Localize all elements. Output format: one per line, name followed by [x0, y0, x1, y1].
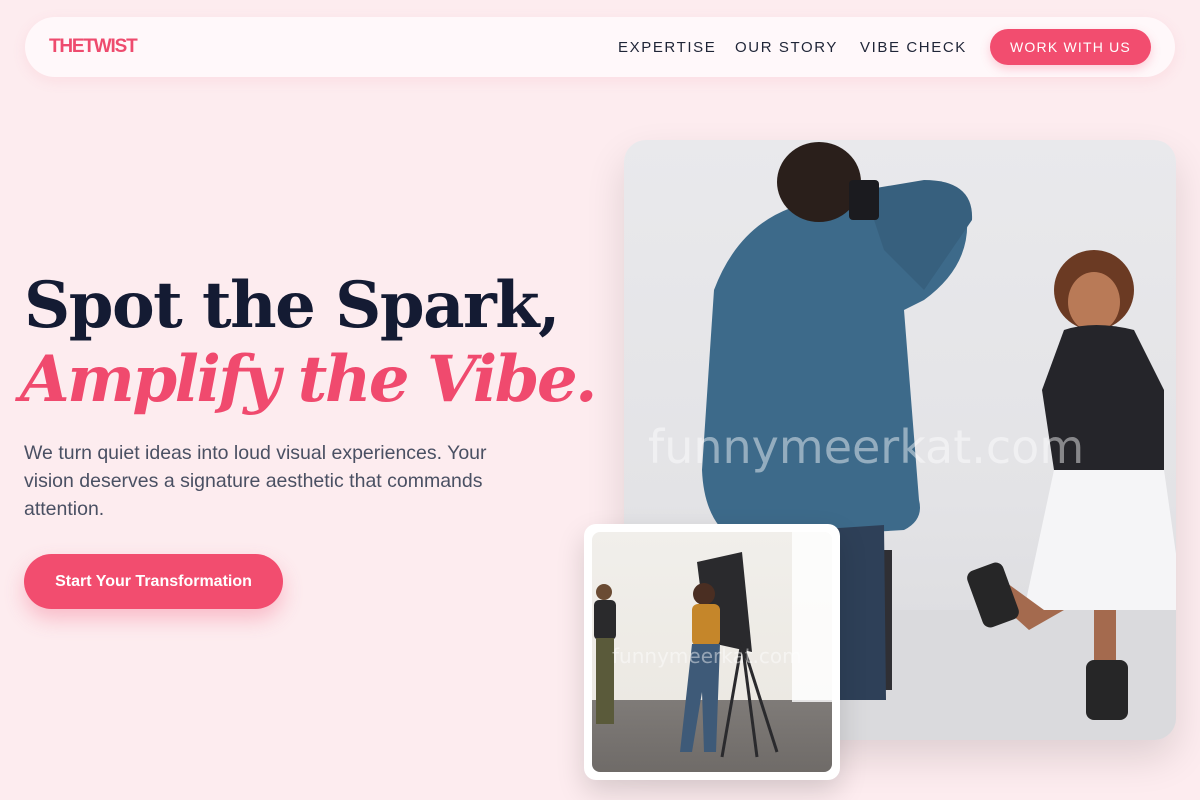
- work-with-us-button[interactable]: WORK WITH US: [990, 29, 1151, 65]
- brand-logo[interactable]: THETWIST: [49, 36, 138, 58]
- studio-illustration: [594, 532, 832, 758]
- hero-headline-line2: Amplify the Vibe.: [20, 342, 597, 417]
- nav-link-our-story[interactable]: OUR STORY: [735, 39, 838, 56]
- studio-photo: funnymeerkat.com: [592, 532, 832, 772]
- hero-description: We turn quiet ideas into loud visual exp…: [24, 442, 487, 520]
- landing-page: THETWIST EXPERTISE OUR STORY VIBE CHECK …: [0, 0, 1200, 800]
- top-navbar: THETWIST EXPERTISE OUR STORY VIBE CHECK …: [25, 17, 1175, 77]
- nav-link-expertise[interactable]: EXPERTISE: [618, 39, 716, 56]
- studio-photo-card: funnymeerkat.com: [584, 524, 840, 780]
- start-transformation-button[interactable]: Start Your Transformation: [24, 554, 283, 609]
- hero-headline-line1: Spot the Spark,: [24, 268, 560, 343]
- nav-link-vibe-check[interactable]: VIBE CHECK: [860, 39, 967, 56]
